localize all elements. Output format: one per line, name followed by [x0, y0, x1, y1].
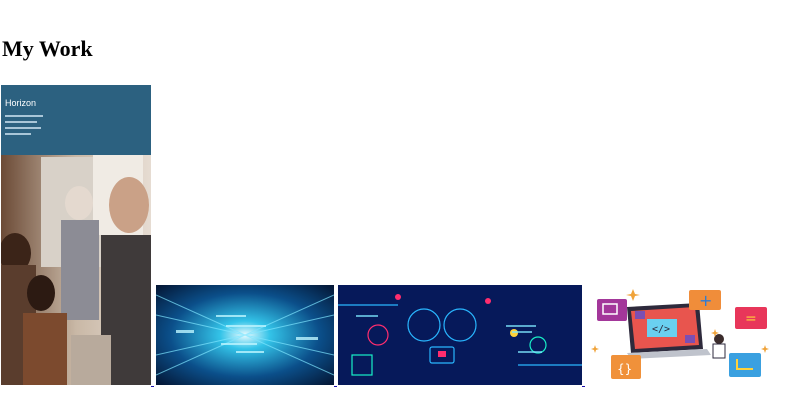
work-image-4: </> + = {} — [587, 285, 779, 385]
link-underline — [151, 386, 154, 387]
work-link-3[interactable] — [338, 285, 585, 387]
work-image-3 — [338, 285, 582, 385]
work-image-2 — [156, 285, 334, 385]
svg-text:+: + — [699, 291, 712, 310]
work-link-2[interactable] — [156, 285, 337, 387]
svg-text:</>: </> — [652, 324, 670, 335]
work-link-1[interactable]: Horizon — [1, 85, 154, 387]
svg-text:{}: {} — [617, 362, 632, 376]
work-image-1: Horizon — [1, 85, 151, 385]
work-gallery: Horizon </> + = {} — [1, 83, 801, 387]
work-link-4[interactable]: </> + = {} — [587, 285, 779, 385]
link-underline — [334, 386, 337, 387]
link-underline — [582, 386, 585, 387]
svg-text:=: = — [745, 311, 757, 327]
brochure-header-text: Horizon — [5, 98, 36, 108]
page-title: My Work — [2, 36, 93, 61]
